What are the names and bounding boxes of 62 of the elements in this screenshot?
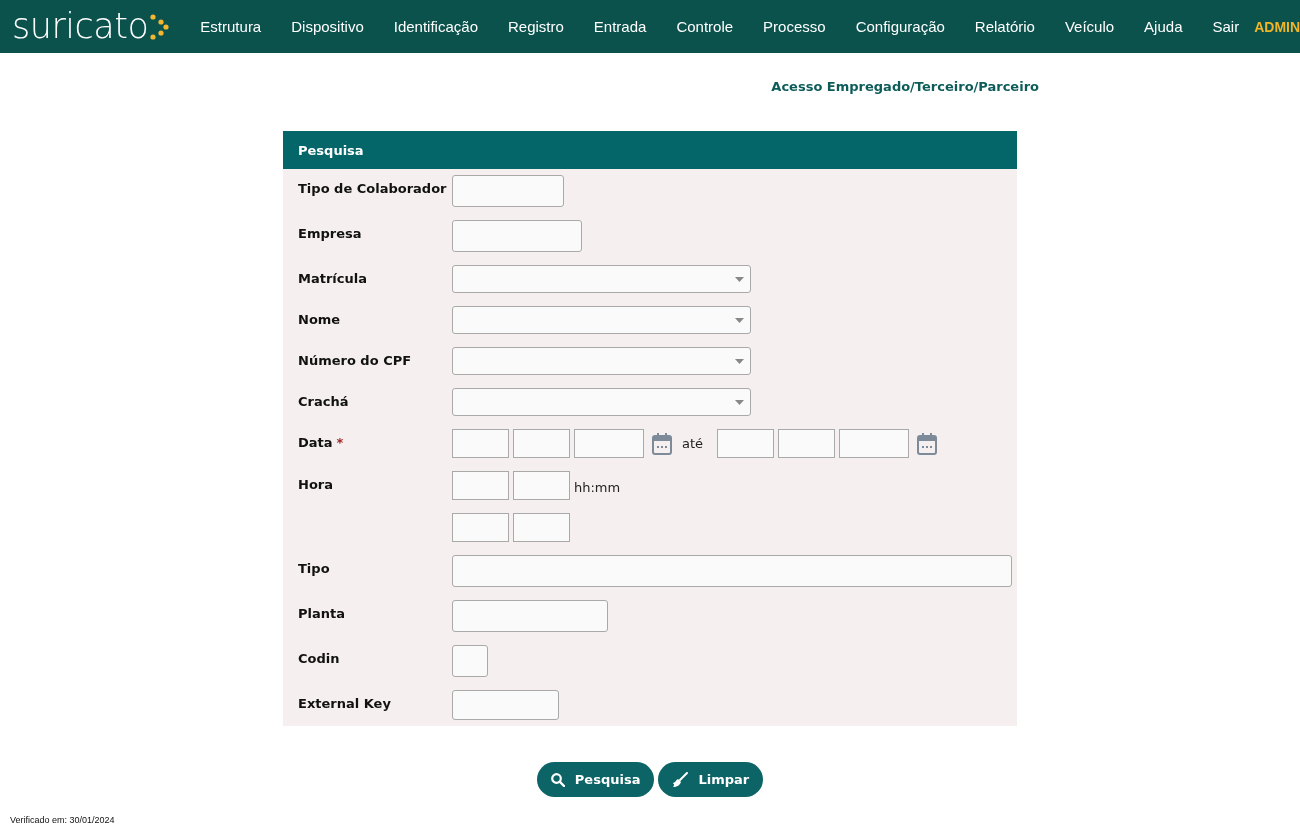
- menu-item[interactable]: Relatório: [959, 18, 1050, 35]
- search-icon: [550, 772, 565, 787]
- menu-item[interactable]: Configuração: [840, 18, 960, 35]
- field-label: External Key: [298, 696, 391, 711]
- day-field[interactable]: [452, 429, 509, 458]
- caret-icon: [735, 317, 744, 323]
- hour-field[interactable]: [452, 471, 509, 500]
- day-field[interactable]: [717, 429, 775, 458]
- field-label: Hora: [298, 477, 333, 492]
- broom-icon: [672, 771, 689, 788]
- menu-item[interactable]: Estrutura: [185, 18, 277, 35]
- field-label: Empresa: [298, 226, 362, 241]
- input-field[interactable]: [452, 600, 608, 632]
- dropdown[interactable]: [452, 347, 751, 375]
- range-separator: até: [682, 436, 704, 451]
- menu-item[interactable]: Registro: [493, 18, 579, 35]
- dropdown[interactable]: [452, 265, 751, 293]
- field-label: Data: [298, 435, 333, 450]
- field-label: Matrícula: [298, 271, 367, 286]
- year-field[interactable]: [839, 429, 910, 458]
- field-label: Planta: [298, 606, 345, 621]
- panel-header: Pesquisa: [283, 131, 1017, 169]
- clear-button[interactable]: Limpar: [658, 762, 764, 797]
- menu-item[interactable]: Processo: [748, 18, 841, 35]
- calendar-icon[interactable]: [652, 432, 672, 455]
- year-field[interactable]: [574, 429, 644, 458]
- input-field[interactable]: [452, 690, 559, 720]
- input-field[interactable]: [452, 645, 488, 677]
- menu-item[interactable]: Controle: [661, 18, 749, 35]
- search-button[interactable]: Pesquisa: [536, 762, 655, 797]
- minute-field[interactable]: [513, 513, 570, 542]
- page-title: Acesso Empregado/Terceiro/Parceiro: [771, 79, 1039, 96]
- input-field[interactable]: [452, 220, 582, 252]
- field-label: Tipo de Colaborador: [298, 181, 447, 196]
- calendar-icon[interactable]: [917, 432, 938, 455]
- field-label: Crachá: [298, 394, 349, 409]
- menu-item[interactable]: Ajuda: [1129, 18, 1198, 35]
- hour-field[interactable]: [452, 513, 509, 542]
- menu-item[interactable]: Dispositivo: [276, 18, 379, 35]
- time-format-hint: hh:mm: [574, 480, 621, 495]
- field-label: Número do CPF: [298, 353, 412, 368]
- minute-field[interactable]: [513, 471, 570, 500]
- dots-icon: [149, 13, 170, 40]
- caret-icon: [735, 399, 744, 405]
- menu-item[interactable]: Entrada: [578, 18, 662, 35]
- menu-item[interactable]: Sair: [1197, 18, 1255, 35]
- input-field[interactable]: [452, 175, 564, 207]
- input-field[interactable]: [452, 555, 1012, 587]
- menu-item[interactable]: Identificação: [378, 18, 493, 35]
- required-mark: *: [336, 435, 344, 450]
- month-field[interactable]: [513, 429, 570, 458]
- field-label: Codin: [298, 651, 340, 666]
- dropdown[interactable]: [452, 306, 751, 334]
- field-label: Nome: [298, 312, 341, 327]
- caret-icon: [735, 276, 744, 282]
- field-label: Tipo: [298, 561, 330, 576]
- verification-date: Verificado em: 30/01/2024: [10, 815, 115, 825]
- caret-icon: [735, 358, 744, 364]
- dropdown[interactable]: [452, 388, 751, 416]
- month-field[interactable]: [778, 429, 836, 458]
- menu-item[interactable]: Veículo: [1049, 18, 1130, 35]
- user-name[interactable]: ADMIN: [1254, 18, 1300, 35]
